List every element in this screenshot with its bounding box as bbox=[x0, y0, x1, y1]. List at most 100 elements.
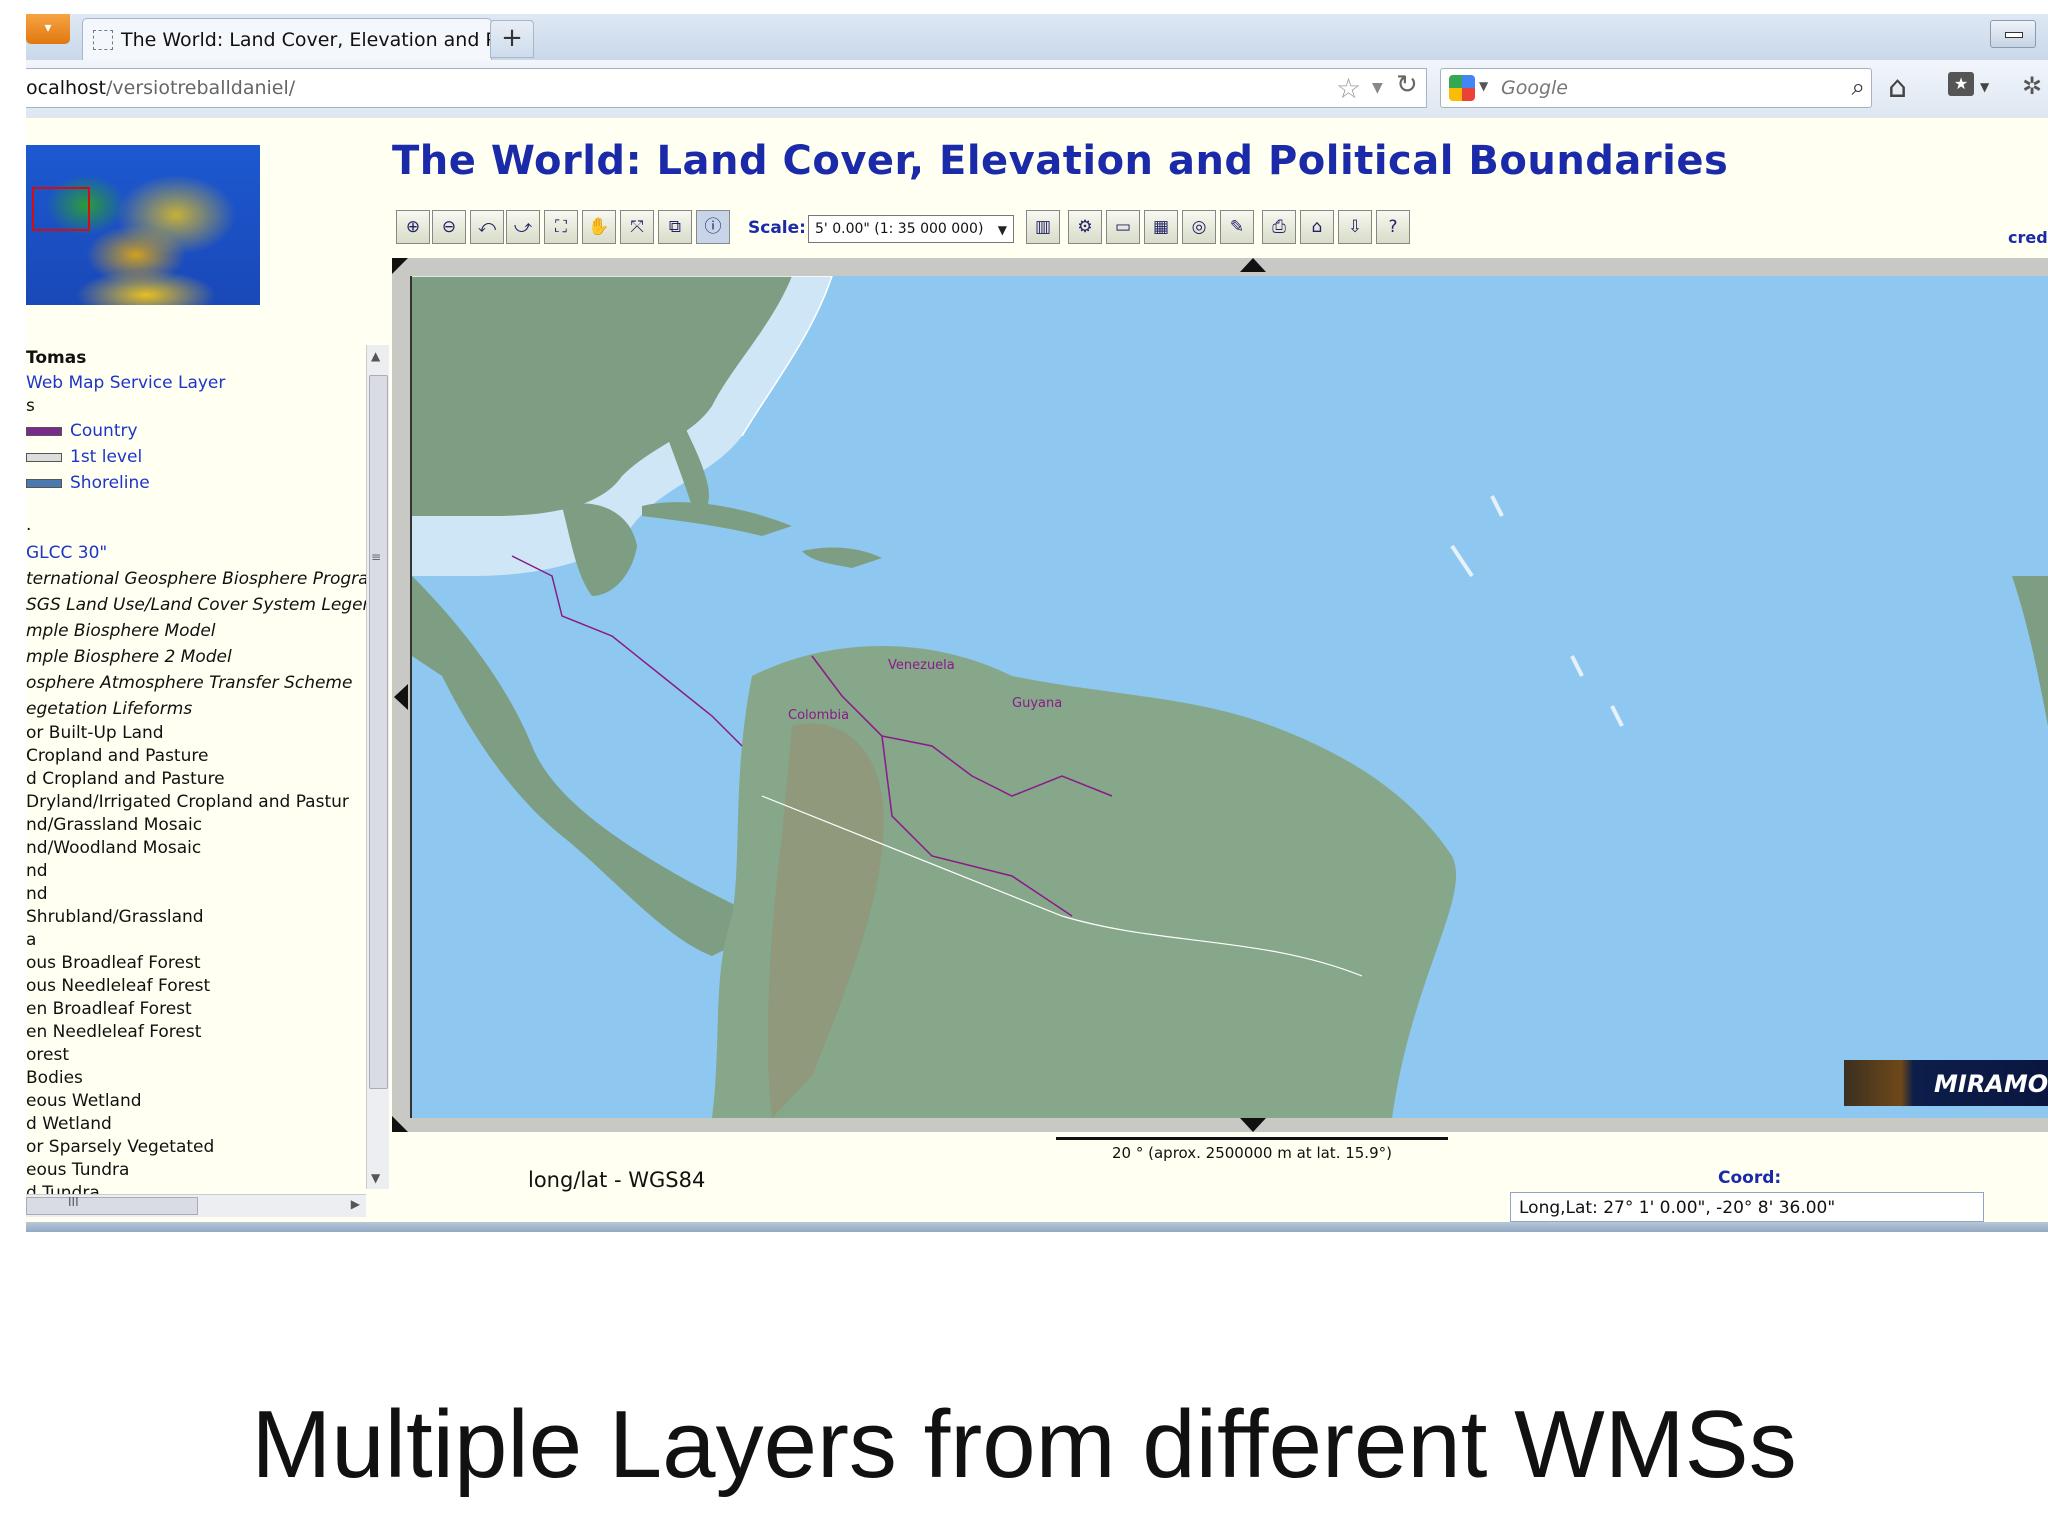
map-view[interactable]: Venezuela Colombia Guyana bbox=[410, 276, 2048, 1118]
hscroll-thumb[interactable] bbox=[26, 1197, 198, 1215]
search-bar[interactable]: ▼ Google ⌕ bbox=[1440, 68, 1872, 108]
1st-level-swatch bbox=[26, 452, 62, 462]
minimize-icon[interactable] bbox=[1990, 20, 2036, 48]
legend-item-country[interactable]: Country bbox=[26, 421, 138, 441]
scroll-down-icon[interactable]: ▼ bbox=[371, 1171, 380, 1185]
pan-west-icon[interactable] bbox=[394, 684, 408, 710]
firefox-menu-button[interactable]: ▾ bbox=[26, 14, 70, 44]
legend-class: Cropland and Pasture bbox=[26, 746, 209, 766]
legend-vertical-scrollbar[interactable]: ▲ ≡ ▼ bbox=[366, 345, 389, 1189]
bookmarks-icon[interactable]: ★ bbox=[1948, 72, 1974, 96]
pan-north-icon[interactable] bbox=[1240, 258, 1266, 272]
legend-class: eous Wetland bbox=[26, 1091, 142, 1111]
map-image[interactable] bbox=[412, 276, 2048, 1118]
coord-label: Coord: bbox=[1718, 1168, 1782, 1188]
help-icon[interactable]: ? bbox=[1376, 210, 1410, 244]
legend-horizontal-scrollbar[interactable]: III ▶ bbox=[26, 1194, 366, 1217]
info-icon[interactable]: ⓘ bbox=[696, 210, 730, 244]
google-icon[interactable] bbox=[1449, 75, 1475, 101]
search-engine-dropdown-icon[interactable]: ▼ bbox=[1479, 79, 1488, 93]
legend-class: ous Broadleaf Forest bbox=[26, 953, 201, 973]
bookmark-star-icon[interactable]: ☆ bbox=[1336, 72, 1361, 105]
scroll-up-icon[interactable]: ▲ bbox=[371, 349, 380, 363]
legend-scheme[interactable]: osphere Atmosphere Transfer Scheme bbox=[26, 673, 352, 693]
page-title: The World: Land Cover, Elevation and Pol… bbox=[392, 138, 1729, 184]
zoom-out-icon[interactable]: ⊖ bbox=[432, 210, 466, 244]
legend-class: ous Needleleaf Forest bbox=[26, 976, 211, 996]
tab-active[interactable]: The World: Land Cover, Elevation and P..… bbox=[82, 18, 512, 61]
zoom-window-icon[interactable]: ⧉ bbox=[658, 210, 692, 244]
settings-icon[interactable]: ⚙ bbox=[1068, 210, 1102, 244]
download-icon[interactable]: ⇩ bbox=[1338, 210, 1372, 244]
pan-hand-icon[interactable]: ✋ bbox=[582, 210, 616, 244]
overview-viewport[interactable] bbox=[32, 187, 90, 231]
pan-south-icon[interactable] bbox=[1240, 1118, 1266, 1132]
country-label: Venezuela bbox=[888, 658, 955, 673]
bookmarks-dropdown-icon[interactable]: ▼ bbox=[1980, 80, 1989, 94]
slide-caption: Multiple Layers from different WMSs bbox=[251, 1391, 1797, 1498]
country-swatch bbox=[26, 426, 62, 436]
legend-class: en Broadleaf Forest bbox=[26, 999, 192, 1019]
legend-panel: Tomas Web Map Service Layer s Country 1s… bbox=[26, 345, 366, 1195]
home-view-icon[interactable]: ⌂ bbox=[1300, 210, 1334, 244]
zoom-previous-icon[interactable]: ⤺ bbox=[470, 210, 504, 244]
scale-bar-text: 20 ° (aprox. 2500000 m at lat. 15.9°) bbox=[1112, 1144, 1392, 1162]
country-label: Guyana bbox=[1012, 696, 1063, 711]
legend-class: d Cropland and Pasture bbox=[26, 769, 225, 789]
legend-scheme[interactable]: mple Biosphere 2 Model bbox=[26, 647, 232, 667]
logo-text: MIRAMON bbox=[1934, 1070, 2048, 1098]
address-bar[interactable]: ocalhost/versiotreballdaniel/ bbox=[26, 68, 1427, 108]
scale-select[interactable]: 5' 0.00" (1: 35 000 000) ▼ bbox=[808, 215, 1014, 243]
legend-wms-layer[interactable]: Web Map Service Layer bbox=[26, 373, 225, 393]
legend-layer-glcc[interactable]: GLCC 30" bbox=[26, 543, 107, 563]
legend-scheme[interactable]: egetation Lifeforms bbox=[26, 699, 192, 719]
legend-class: a bbox=[26, 930, 37, 950]
legend-class: en Needleleaf Forest bbox=[26, 1022, 202, 1042]
zoom-all-icon[interactable]: ⤧ bbox=[620, 210, 654, 244]
projection-label: long/lat - WGS84 bbox=[528, 1168, 706, 1192]
zoom-full-extent-icon[interactable]: ⛶ bbox=[544, 210, 578, 244]
scroll-thumb[interactable] bbox=[369, 375, 388, 1089]
corner-marker bbox=[392, 258, 408, 274]
legend-item-1st-level[interactable]: 1st level bbox=[26, 447, 142, 467]
legend-class: Shrubland/Grassland bbox=[26, 907, 204, 927]
ows-icon[interactable]: ◎ bbox=[1182, 210, 1216, 244]
home-icon[interactable]: ⌂ bbox=[1888, 70, 1907, 105]
reload-icon[interactable]: ↻ bbox=[1396, 70, 1418, 100]
coord-field[interactable]: Long,Lat: 27° 1' 0.00", -20° 8' 36.00" bbox=[1510, 1192, 1984, 1222]
shoreline-swatch bbox=[26, 478, 62, 488]
extension-icon[interactable]: ✲ bbox=[2022, 72, 2042, 100]
print-icon[interactable]: ⎙ bbox=[1262, 210, 1296, 244]
url-text: ocalhost/versiotreballdaniel/ bbox=[26, 77, 296, 99]
legend-item-shoreline[interactable]: Shoreline bbox=[26, 473, 150, 493]
country-label: Colombia bbox=[788, 708, 850, 723]
layers-icon[interactable]: ▦ bbox=[1144, 210, 1178, 244]
legend-class: or Sparsely Vegetated bbox=[26, 1137, 215, 1157]
legend-scheme[interactable]: ternational Geosphere Biosphere Prograr bbox=[26, 569, 366, 589]
search-icon[interactable]: ⌕ bbox=[1852, 73, 1865, 101]
zoom-in-icon[interactable]: ⊕ bbox=[396, 210, 430, 244]
new-tab-button[interactable]: + bbox=[490, 20, 534, 58]
corner-marker bbox=[392, 1116, 408, 1132]
legend-scheme[interactable]: SGS Land Use/Land Cover System Leger bbox=[26, 595, 366, 615]
legend-scheme[interactable]: mple Biosphere Model bbox=[26, 621, 216, 641]
coord-value: Long,Lat: 27° 1' 0.00", -20° 8' 36.00" bbox=[1519, 1198, 1836, 1218]
history-dropdown-icon[interactable]: ▼ bbox=[1372, 80, 1383, 96]
overview-map[interactable] bbox=[26, 145, 260, 305]
zoom-next-icon[interactable]: ⤻ bbox=[506, 210, 540, 244]
legend-group-title: Tomas bbox=[26, 348, 87, 368]
scroll-grip-icon: ≡ bbox=[371, 550, 382, 564]
chevron-down-icon[interactable]: ▼ bbox=[998, 223, 1007, 237]
scale-bar bbox=[1056, 1137, 1448, 1140]
legend-class: nd/Grassland Mosaic bbox=[26, 815, 203, 835]
scale-bar-icon[interactable]: ▥ bbox=[1026, 210, 1060, 244]
tab-title: The World: Land Cover, Elevation and P..… bbox=[121, 29, 513, 51]
window-icon[interactable]: ▭ bbox=[1106, 210, 1140, 244]
legend-class: nd bbox=[26, 884, 48, 904]
legend-class: nd/Woodland Mosaic bbox=[26, 838, 202, 858]
scroll-right-icon[interactable]: ▶ bbox=[351, 1197, 360, 1211]
legend-class: or Built-Up Land bbox=[26, 723, 164, 743]
tools-icon[interactable]: ✎ bbox=[1220, 210, 1254, 244]
credits-link[interactable]: cred bbox=[2008, 228, 2048, 247]
search-placeholder: Google bbox=[1501, 77, 1569, 99]
